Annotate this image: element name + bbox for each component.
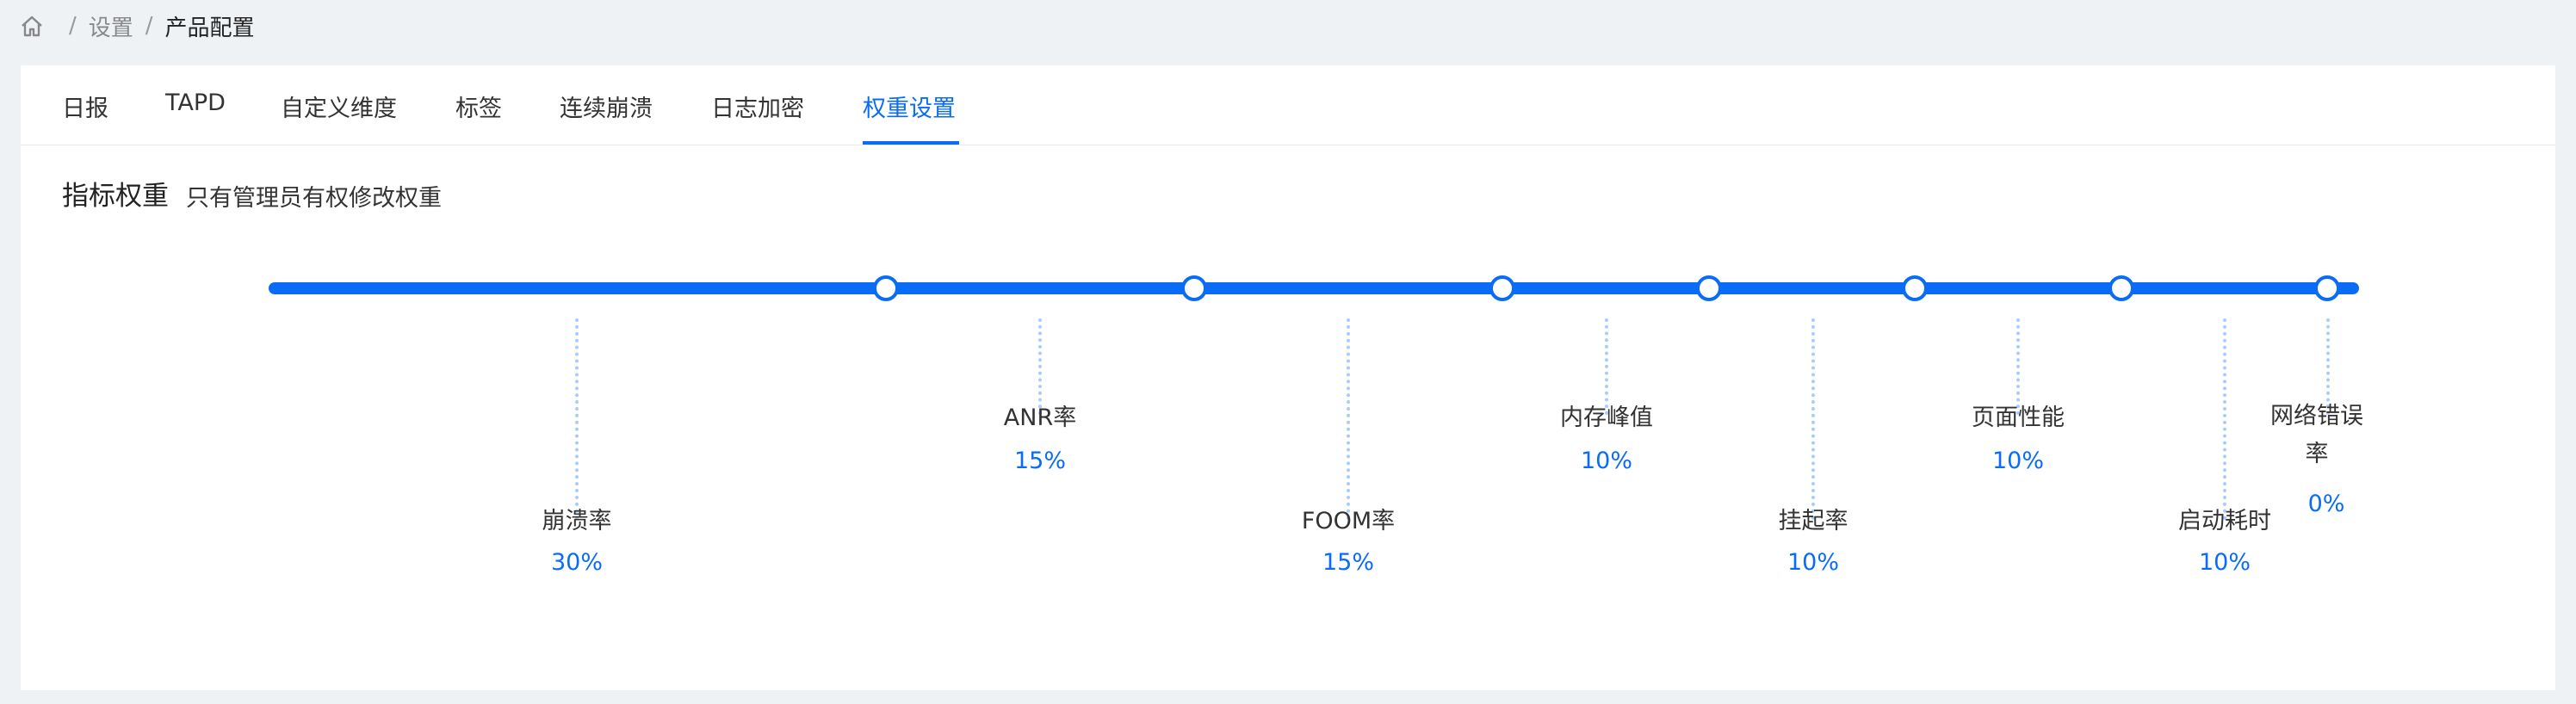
home-icon[interactable] [19,13,45,39]
tab-tags[interactable]: 标签 [455,90,502,123]
tab-custom-dimension[interactable]: 自定义维度 [281,90,397,123]
slider-handle[interactable] [1696,275,1722,301]
weight-label-memory-peak: 内存峰值 [1560,404,1653,431]
segment-connector [1811,318,1815,520]
weight-value-startup-time: 10% [2198,549,2251,576]
segment-connector [2223,318,2226,520]
tab-weight-settings[interactable]: 权重设置 [863,90,956,123]
settings-card: 日报 TAPD 自定义维度 标签 连续崩溃 日志加密 权重设置 指标权重 只有管… [21,65,2555,690]
weight-value-foom-rate: 15% [1322,549,1374,576]
weight-value-page-performance: 10% [1991,448,2044,474]
segment-connector [575,318,579,520]
segment-connector [1347,318,1350,520]
weight-label-page-performance: 页面性能 [1972,404,2065,431]
slider-handle[interactable] [1902,275,1928,301]
weight-label-network-error-rate: 网络错误率 [2270,403,2363,467]
weight-label-foom-rate: FOOM率 [1301,508,1396,534]
weight-value-crash-rate: 30% [550,549,603,576]
tab-continuous-crash[interactable]: 连续崩溃 [560,90,653,123]
weight-value-network-error-rate: 0% [2307,491,2345,517]
breadcrumb-separator: / [145,13,153,39]
weight-label-anr-rate: ANR率 [1003,404,1077,431]
weight-value-memory-peak: 10% [1580,448,1632,474]
slider-handle[interactable] [2108,275,2134,301]
weight-slider-track[interactable] [269,282,2359,294]
breadcrumb-item-product-config: 产品配置 [164,15,255,41]
tab-daily-report[interactable]: 日报 [62,90,108,123]
slider-handle[interactable] [1181,275,1207,301]
tab-tapd[interactable]: TAPD [165,90,226,116]
weight-value-hang-rate: 10% [1786,549,1839,576]
tab-log-encryption[interactable]: 日志加密 [711,90,804,123]
slider-handle[interactable] [873,275,899,301]
breadcrumb: / 设置 / 产品配置 [19,9,255,43]
active-tab-indicator [863,141,959,145]
tab-bar: 日报 TAPD 自定义维度 标签 连续崩溃 日志加密 权重设置 [21,65,2555,145]
weight-label-crash-rate: 崩溃率 [542,508,612,534]
section-note: 只有管理员有权修改权重 [186,185,442,212]
section-title: 指标权重 [62,181,169,212]
breadcrumb-separator: / [69,13,77,39]
breadcrumb-item-settings[interactable]: 设置 [89,10,133,42]
slider-handle[interactable] [2314,275,2340,301]
weight-value-anr-rate: 15% [1013,448,1066,474]
weight-label-hang-rate: 挂起率 [1778,508,1848,534]
slider-handle[interactable] [1489,275,1515,301]
